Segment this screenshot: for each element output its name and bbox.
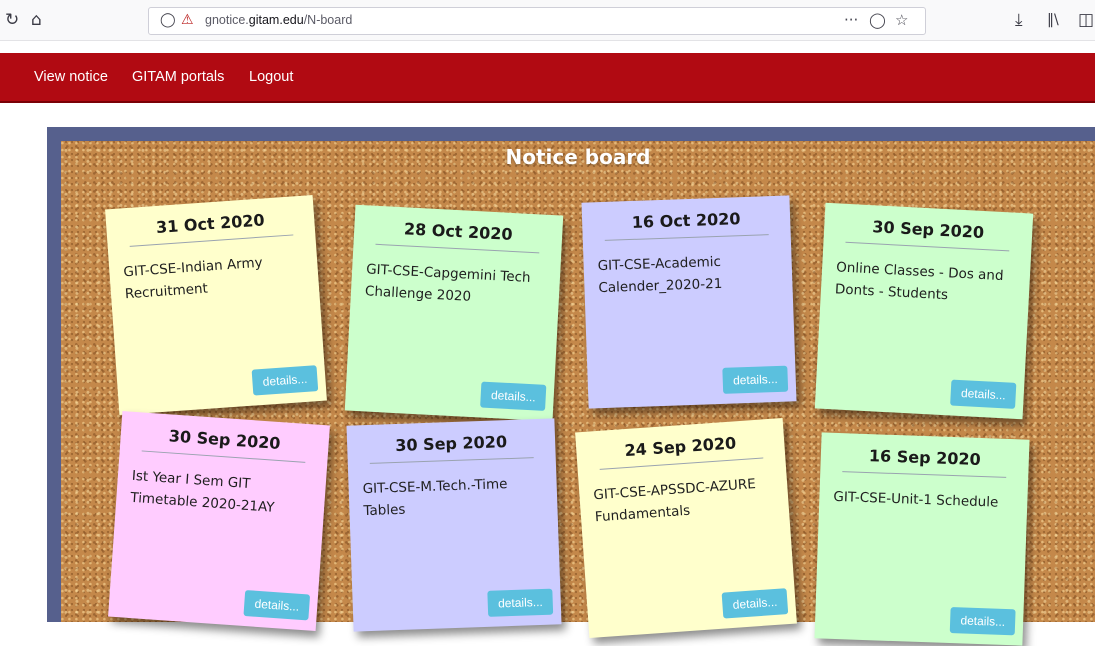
notice-date: 30 Sep 2020	[845, 215, 1011, 252]
notice-date: 24 Sep 2020	[597, 431, 764, 470]
notice-card: 24 Sep 2020 GIT-CSE-APSSDC-AZURE Fundame…	[575, 417, 797, 639]
url-text[interactable]: gnotice.gitam.edu/N-board	[205, 13, 352, 27]
notice-title: GIT-CSE-Capgemini Tech Challenge 2020	[364, 261, 531, 305]
notice-card: 28 Oct 2020 GIT-CSE-Capgemini Tech Chall…	[344, 204, 564, 422]
details-button[interactable]: details...	[480, 381, 547, 411]
notice-date: 28 Oct 2020	[375, 217, 541, 254]
notice-card: 31 Oct 2020 GIT-CSE-Indian Army Recruitm…	[105, 194, 327, 416]
details-button[interactable]: details...	[251, 365, 319, 396]
notice-date: 30 Sep 2020	[368, 431, 534, 464]
bookmark-star-icon[interactable]: ☆	[895, 10, 908, 30]
details-button[interactable]: details...	[487, 588, 554, 617]
notice-title: GIT-CSE-Indian Army Recruitment	[122, 254, 264, 303]
site-navbar: View notice GITAM portals Logout	[0, 53, 1095, 103]
notice-title: GIT-CSE-APSSDC-AZURE Fundamentals	[592, 476, 757, 526]
library-icon[interactable]: ‖\	[1047, 10, 1059, 30]
notice-card: 16 Oct 2020 GIT-CSE-Academic Calender_20…	[581, 195, 797, 409]
home-icon[interactable]: ⌂	[31, 10, 42, 30]
notice-card: 30 Sep 2020 Ist Year I Sem GIT Timetable…	[108, 410, 330, 632]
notice-date: 16 Oct 2020	[603, 208, 769, 241]
pocket-icon[interactable]: ◯	[869, 10, 886, 30]
details-button[interactable]: details...	[950, 607, 1016, 636]
notice-date: 31 Oct 2020	[127, 208, 294, 247]
notice-title: Online Classes - Dos and Donts - Student…	[834, 259, 1004, 304]
notice-title: Ist Year I Sem GIT Timetable 2020-21AY	[129, 467, 275, 516]
nav-logout-link[interactable]: Logout	[249, 69, 293, 85]
notice-date: 30 Sep 2020	[141, 424, 308, 463]
notice-title: GIT-CSE-M.Tech.-Time Tables	[362, 476, 508, 520]
reload-icon[interactable]: ↻	[5, 10, 19, 30]
notice-title: GIT-CSE-Unit-1 Schedule	[833, 488, 999, 511]
sidebar-icon[interactable]: ◫	[1078, 10, 1094, 30]
details-button[interactable]: details...	[243, 590, 311, 621]
tracking-protection-shield-icon[interactable]: ◯	[160, 11, 176, 29]
board-title: Notice board	[505, 145, 651, 169]
details-button[interactable]: details...	[721, 588, 789, 619]
nav-view-notice-link[interactable]: View notice	[34, 69, 108, 85]
downloads-icon[interactable]: ⤓	[1015, 10, 1023, 30]
insecure-connection-icon[interactable]: ⚠	[181, 11, 194, 29]
notice-title: GIT-CSE-Academic Calender_2020-21	[597, 253, 723, 297]
notice-date: 16 Sep 2020	[842, 445, 1008, 478]
details-button[interactable]: details...	[950, 379, 1017, 409]
notice-card: 16 Sep 2020 GIT-CSE-Unit-1 Schedule deta…	[814, 432, 1030, 646]
browser-toolbar: ↻ ⌂ ◯ ⚠ gnotice.gitam.edu/N-board ··· ◯ …	[0, 0, 1095, 41]
notice-card: 30 Sep 2020 Online Classes - Dos and Don…	[814, 202, 1034, 420]
notice-card: 30 Sep 2020 GIT-CSE-M.Tech.-Time Tables …	[346, 418, 562, 632]
details-button[interactable]: details...	[722, 365, 789, 394]
nav-gitam-portals-link[interactable]: GITAM portals	[132, 69, 224, 85]
url-bar[interactable]: ◯ ⚠ gnotice.gitam.edu/N-board ··· ◯ ☆	[148, 7, 926, 35]
page-actions-more-icon[interactable]: ···	[844, 10, 858, 30]
